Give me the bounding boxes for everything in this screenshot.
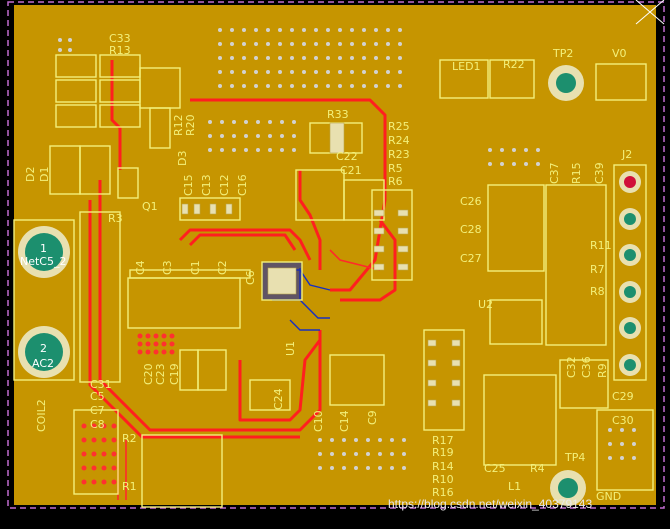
label-c24: C24 [272,388,285,410]
label-d2: D2 [24,167,37,182]
label-r7: R7 [590,263,605,276]
label-r9: R9 [596,363,609,378]
label-q1: Q1 [142,200,158,213]
label-c4: C4 [134,260,147,275]
label-c15: C15 [182,174,195,196]
label-r23: R23 [388,148,410,161]
label-c1: C1 [189,260,202,275]
label-r4: R4 [530,462,545,475]
label-c10: C10 [312,410,325,432]
label-r20: R20 [184,114,197,136]
label-c12: C12 [218,174,231,196]
label-u1: U1 [284,341,297,356]
label-r15: R15 [570,162,583,184]
u1-component[interactable] [261,261,303,301]
label-r8: R8 [590,285,605,298]
label-c19: C19 [168,363,181,385]
label-d1: D1 [38,167,51,182]
label-c2: C2 [216,260,229,275]
label-tp2: TP2 [552,47,573,60]
label-r33: R33 [327,108,349,121]
label-r13: R13 [109,44,131,57]
label-r24: R24 [388,134,410,147]
label-c29: C29 [612,390,634,403]
label-v0: V0 [612,47,627,60]
label-r2: R2 [122,432,137,445]
label-j2: J2 [621,148,632,161]
net-label-bottom: AC2 [32,357,54,370]
label-c5: C5 [90,390,105,403]
label-c39: C39 [593,162,606,184]
label-d3: D3 [176,151,189,166]
label-c25: C25 [484,462,506,475]
label-c23: C23 [154,363,167,385]
net-label-top: NetC5_2 [20,255,67,268]
label-c36: C36 [580,356,593,378]
watermark-url: https://blog.csdn.net/weixin_40379143 [388,497,592,511]
label-c9: C9 [366,410,379,425]
label-c8: C8 [90,418,105,431]
label-r5: R5 [388,162,403,175]
pin1-label: 1 [40,242,47,255]
label-coil2: COIL2 [35,399,48,432]
label-c6: C6 [244,270,257,285]
label-r14: R14 [432,460,454,473]
label-c7: C7 [90,404,105,417]
label-r10: R10 [432,473,454,486]
label-c16: C16 [236,174,249,196]
label-r11: R11 [590,239,612,252]
label-r19: R19 [432,446,454,459]
label-c30: C30 [612,414,634,427]
label-c14: C14 [338,410,351,432]
label-l1: L1 [508,480,521,493]
label-r22: R22 [503,58,525,71]
pcb-layout-view[interactable]: 1 NetC5_2 2 AC2 COIL2 C33 R13 D2 D1 R3 Q… [0,0,670,524]
label-c21: C21 [340,164,362,177]
label-c3: C3 [161,260,174,275]
label-c27: C27 [460,252,482,265]
pin2-label: 2 [40,342,47,355]
label-r25: R25 [388,120,410,133]
label-r1: R1 [122,480,137,493]
label-gnd: GND [596,490,621,503]
pcb-canvas[interactable]: 1 NetC5_2 2 AC2 COIL2 C33 R13 D2 D1 R3 Q… [0,0,670,524]
label-c32: C32 [565,356,578,378]
label-c22: C22 [336,150,358,163]
label-c13: C13 [200,174,213,196]
label-r3: R3 [108,212,123,225]
label-r6: R6 [388,175,403,188]
tp2-testpoint[interactable] [548,65,584,101]
label-c28: C28 [460,223,482,236]
label-tp4: TP4 [564,451,585,464]
label-led1: LED1 [452,60,481,73]
label-u2: U2 [478,298,493,311]
label-c26: C26 [460,195,482,208]
label-c37: C37 [548,162,561,184]
